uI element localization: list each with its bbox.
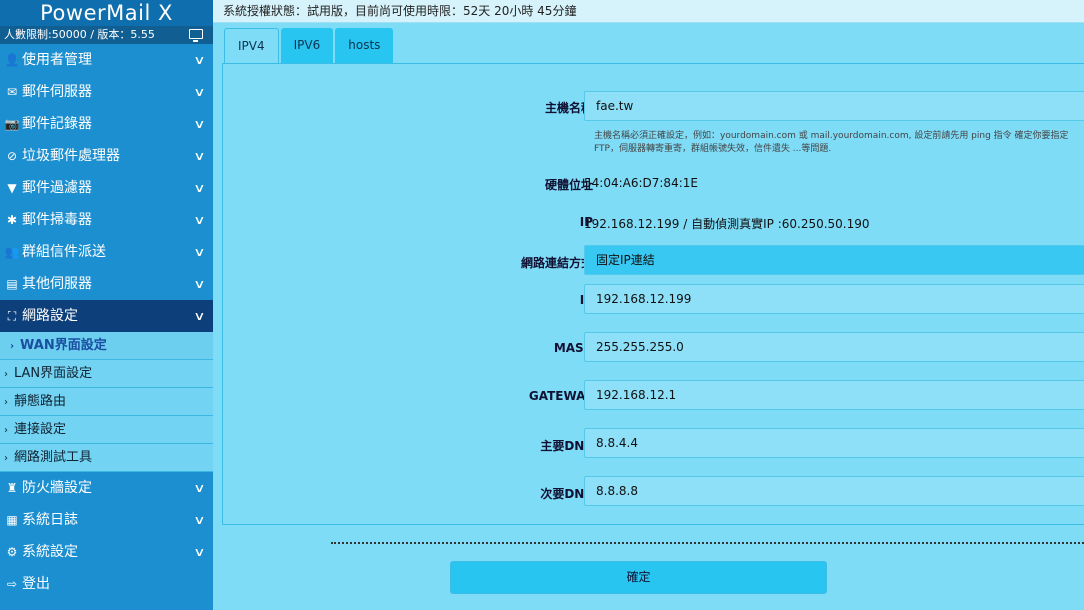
dns2-input[interactable]: 8.8.8.8	[584, 476, 1084, 506]
camera-icon: 📷	[4, 117, 20, 131]
divider	[331, 542, 1084, 544]
subnav-item[interactable]: › WAN界面設定	[0, 332, 213, 360]
sidebar-item-users[interactable]: 👥 群組信件派送 ∨	[0, 236, 213, 268]
chevron-down-icon: ∨	[193, 309, 206, 323]
cogs-icon: ⚙	[6, 545, 18, 559]
tab-ipv4[interactable]: IPV4	[224, 28, 279, 65]
tab-bar: IPV4 IPV6 hosts	[224, 28, 395, 65]
sidebar-item-label: 垃圾郵件處理器	[22, 148, 120, 164]
chevron-right-icon: ›	[4, 453, 8, 464]
confirm-button[interactable]: 確定	[450, 561, 827, 594]
chevron-down-icon: ∨	[193, 85, 206, 99]
subnav-item[interactable]: › 靜態路由	[0, 388, 213, 416]
chevron-down-icon: ∨	[193, 53, 206, 67]
ip-input[interactable]: 192.168.12.199	[584, 284, 1084, 314]
sidebar-item-cogs[interactable]: ⚙ 系統設定 ∨	[0, 536, 213, 568]
version-bar: 人數限制:50000 / 版本：5.55	[0, 26, 213, 44]
license-status: 系統授權狀態：試用版，目前尚可使用時限：52天 20小時 45分鐘	[213, 0, 1084, 23]
chevron-right-icon: ›	[4, 397, 8, 408]
hostname-hint: 主機名稱必須正確設定，例如：yourdomain.com 或 mail.your…	[594, 131, 1069, 154]
sidebar-item-label: 防火牆設定	[22, 480, 92, 496]
hostname-input[interactable]: fae.tw	[584, 91, 1084, 121]
sidebar-item-castle[interactable]: ♜ 防火牆設定 ∨	[0, 472, 213, 504]
server-icon: ▤	[6, 277, 18, 291]
chevron-right-icon: ›	[4, 369, 8, 380]
mask-input[interactable]: 255.255.255.0	[584, 332, 1084, 362]
user-icon: 👤	[4, 53, 20, 67]
bug-icon: ✱	[6, 213, 18, 227]
sidebar-item-sitemap[interactable]: ⛶ 網路設定 ∨	[0, 300, 213, 332]
dns1-input[interactable]: 8.8.4.4	[584, 428, 1084, 458]
sidebar-item-envelope[interactable]: ✉ 郵件伺服器 ∨	[0, 76, 213, 108]
sidebar-item-user[interactable]: 👤 使用者管理 ∨	[0, 44, 213, 76]
sidebar-item-film[interactable]: ▦ 系統日誌 ∨	[0, 504, 213, 536]
chevron-down-icon: ∨	[193, 117, 206, 131]
ban-icon: ⊘	[6, 149, 18, 163]
sidebar-item-label: 網路設定	[22, 308, 78, 324]
sidebar-item-label: 登出	[22, 576, 50, 592]
subnav-item-label: 網路測試工具	[14, 450, 93, 465]
castle-icon: ♜	[6, 481, 18, 495]
chevron-down-icon: ∨	[193, 213, 206, 227]
subnav-item-label: LAN界面設定	[14, 366, 93, 381]
subnav-item-label: WAN界面設定	[20, 338, 107, 353]
sidebar-item-label: 郵件過濾器	[22, 180, 92, 196]
chevron-down-icon: ∨	[193, 277, 206, 291]
subnav-item[interactable]: › 連接設定	[0, 416, 213, 444]
subnav-item[interactable]: › LAN界面設定	[0, 360, 213, 388]
sidebar-item-camera[interactable]: 📷 郵件記錄器 ∨	[0, 108, 213, 140]
users-icon: 👥	[4, 245, 20, 259]
sign-out-icon: ⇨	[6, 577, 18, 591]
chevron-down-icon: ∨	[193, 245, 206, 259]
sidebar-item-sign-out[interactable]: ⇨ 登出	[0, 568, 213, 600]
app-logo: PowerMail X	[0, 0, 213, 26]
sidebar-item-label: 系統設定	[22, 544, 78, 560]
sidebar-item-server[interactable]: ▤ 其他伺服器 ∨	[0, 268, 213, 300]
tab-hosts[interactable]: hosts	[335, 28, 394, 63]
gateway-input[interactable]: 192.168.12.1	[584, 380, 1084, 410]
connection-select[interactable]: 固定IP連結	[584, 245, 1084, 275]
subnav-item-label: 連接設定	[14, 422, 67, 437]
ipv4-settings-panel: 主機名稱 fae.tw 主機名稱必須正確設定，例如：yourdomain.com…	[222, 63, 1084, 525]
filter-icon: ▼	[7, 181, 17, 195]
connection-label: 網路連結方式	[520, 256, 593, 270]
sidebar-item-ban[interactable]: ⊘ 垃圾郵件處理器 ∨	[0, 140, 213, 172]
chevron-down-icon: ∨	[193, 545, 206, 559]
sitemap-icon: ⛶	[7, 309, 17, 323]
sidebar-item-filter[interactable]: ▼ 郵件過濾器 ∨	[0, 172, 213, 204]
chevron-down-icon: ∨	[193, 513, 206, 527]
chevron-down-icon: ∨	[193, 481, 206, 495]
sidebar-item-label: 郵件伺服器	[22, 84, 92, 100]
mac-value: 54:04:A6:D7:84:1E	[584, 176, 698, 190]
tab-ipv6[interactable]: IPV6	[280, 28, 334, 63]
chevron-right-icon: ›	[4, 425, 8, 436]
chevron-down-icon: ∨	[193, 181, 206, 195]
sidebar-item-bug[interactable]: ✱ 郵件掃毒器 ∨	[0, 204, 213, 236]
sidebar-nav: 👤 使用者管理 ∨ ✉ 郵件伺服器 ∨ 📷 郵件記錄器 ∨ ⊘ 垃圾郵件處理器 ∨ ▼ 郵件過濾器 ∨ ✱ 郵件…	[0, 44, 213, 600]
sidebar-item-label: 其他伺服器	[22, 276, 92, 292]
sidebar-item-label: 群組信件派送	[22, 244, 106, 260]
chevron-right-icon: ›	[10, 341, 15, 352]
subnav-item[interactable]: › 網路測試工具	[0, 444, 213, 472]
subnav-item-label: 靜態路由	[14, 394, 67, 409]
version-text: 人數限制:50000 / 版本：5.55	[4, 28, 155, 41]
sidebar: PowerMail X 人數限制:50000 / 版本：5.55 👤 使用者管理 ∨…	[0, 0, 213, 610]
sidebar-item-label: 使用者管理	[22, 52, 92, 68]
film-icon: ▦	[6, 513, 18, 527]
sidebar-item-label: 郵件記錄器	[22, 116, 92, 132]
ip-info-value: 192.168.12.199 / 自動偵測真實IP :60.250.50.190	[584, 217, 870, 231]
sidebar-item-label: 系統日誌	[22, 512, 78, 528]
monitor-icon[interactable]	[189, 29, 203, 42]
chevron-down-icon: ∨	[193, 149, 206, 163]
sidebar-item-label: 郵件掃毒器	[22, 212, 92, 228]
envelope-icon: ✉	[6, 85, 18, 99]
